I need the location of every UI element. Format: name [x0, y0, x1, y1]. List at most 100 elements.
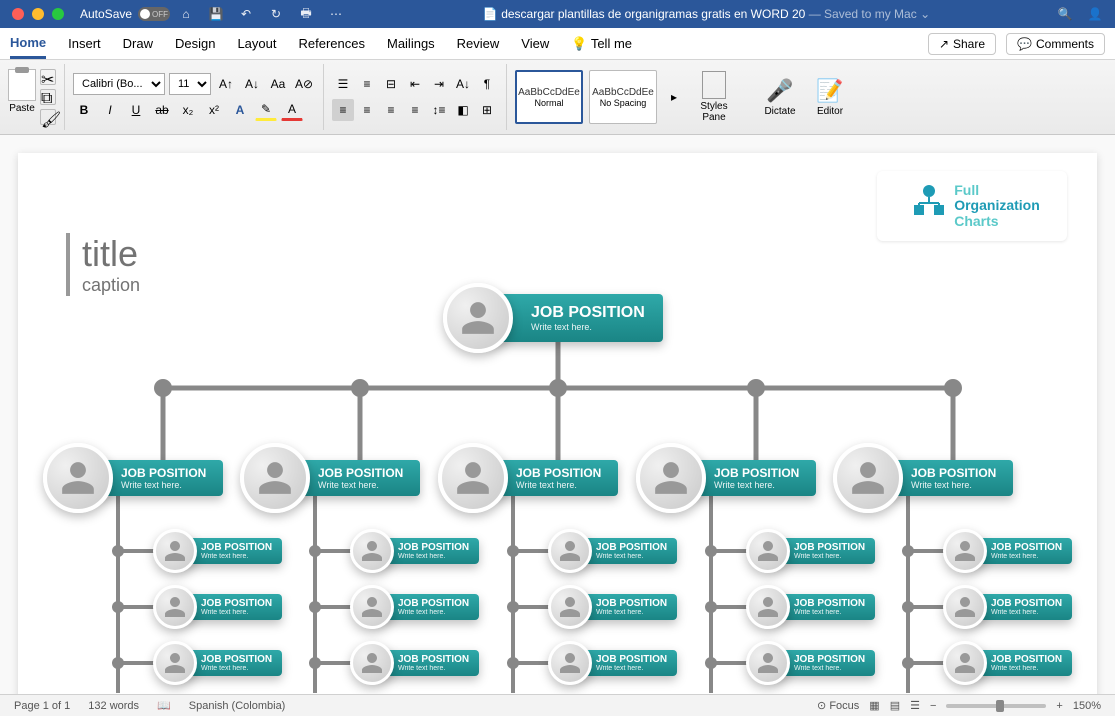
org-node-l3-1-2[interactable]: JOB POSITIONWrite text here.: [350, 641, 479, 685]
show-marks-icon[interactable]: ¶: [476, 73, 498, 95]
increase-font-icon[interactable]: A↑: [215, 73, 237, 95]
org-node-l3-0-0[interactable]: JOB POSITIONWrite text here.: [153, 529, 282, 573]
shading-icon[interactable]: ◧: [452, 99, 474, 121]
subscript-button[interactable]: x₂: [177, 99, 199, 121]
copy-icon[interactable]: ⧉: [40, 89, 56, 105]
sort-icon[interactable]: A↓: [452, 73, 474, 95]
clear-format-icon[interactable]: A⊘: [293, 73, 315, 95]
tab-design[interactable]: Design: [175, 30, 215, 57]
superscript-button[interactable]: x²: [203, 99, 225, 121]
multilevel-icon[interactable]: ⊟: [380, 73, 402, 95]
align-center-icon[interactable]: ≡: [356, 99, 378, 121]
account-icon[interactable]: 👤: [1087, 6, 1103, 22]
dictate-button[interactable]: 🎤 Dictate: [759, 78, 801, 117]
org-node-l2-2[interactable]: JOB POSITIONWrite text here.: [438, 443, 618, 513]
org-node-l3-1-1[interactable]: JOB POSITIONWrite text here.: [350, 585, 479, 629]
font-size-select[interactable]: 11: [169, 73, 211, 95]
document-page[interactable]: FullOrganizationCharts title caption: [18, 153, 1097, 694]
org-node-l3-3-2[interactable]: JOB POSITIONWrite text here.: [746, 641, 875, 685]
org-node-l3-1-0[interactable]: JOB POSITIONWrite text here.: [350, 529, 479, 573]
spellcheck-icon[interactable]: 📖: [157, 699, 171, 712]
org-node-top[interactable]: JOB POSITIONWrite text here.: [443, 283, 663, 353]
tab-tellme[interactable]: 💡 Tell me: [571, 30, 632, 58]
zoom-in-button[interactable]: +: [1056, 700, 1062, 712]
borders-icon[interactable]: ⊞: [476, 99, 498, 121]
zoom-level[interactable]: 150%: [1073, 700, 1101, 712]
share-button[interactable]: ↗ Share: [928, 33, 996, 55]
cut-icon[interactable]: ✂: [40, 69, 56, 85]
save-icon[interactable]: 💾: [208, 6, 224, 22]
highlight-icon[interactable]: ✎: [255, 99, 277, 121]
bullets-icon[interactable]: ☰: [332, 73, 354, 95]
style-no-spacing[interactable]: AaBbCcDdEe No Spacing: [589, 70, 657, 124]
view-outline-icon[interactable]: ☰: [910, 699, 920, 712]
maximize-window-icon[interactable]: [52, 8, 64, 20]
paste-button[interactable]: Paste: [8, 69, 36, 125]
tab-view[interactable]: View: [521, 30, 549, 57]
org-node-l2-1[interactable]: JOB POSITIONWrite text here.: [240, 443, 420, 513]
font-family-select[interactable]: Calibri (Bo...: [73, 73, 165, 95]
tab-mailings[interactable]: Mailings: [387, 30, 435, 57]
org-node-l2-3[interactable]: JOB POSITIONWrite text here.: [636, 443, 816, 513]
comments-button[interactable]: 💬 Comments: [1006, 33, 1105, 55]
more-icon[interactable]: ⋯: [328, 6, 344, 22]
numbering-icon[interactable]: ≡: [356, 73, 378, 95]
org-node-l2-0[interactable]: JOB POSITIONWrite text here.: [43, 443, 223, 513]
status-language[interactable]: Spanish (Colombia): [189, 700, 286, 712]
home-icon[interactable]: ⌂: [178, 6, 194, 22]
print-icon[interactable]: 🖶: [298, 6, 314, 22]
decrease-indent-icon[interactable]: ⇤: [404, 73, 426, 95]
org-node-l3-2-1[interactable]: JOB POSITIONWrite text here.: [548, 585, 677, 629]
decrease-font-icon[interactable]: A↓: [241, 73, 263, 95]
search-icon[interactable]: 🔍: [1057, 6, 1073, 22]
tab-draw[interactable]: Draw: [123, 30, 153, 57]
org-node-l3-0-2[interactable]: JOB POSITIONWrite text here.: [153, 641, 282, 685]
tab-references[interactable]: References: [299, 30, 365, 57]
status-page[interactable]: Page 1 of 1: [14, 700, 70, 712]
status-words[interactable]: 132 words: [88, 700, 139, 712]
change-case-icon[interactable]: Aa: [267, 73, 289, 95]
tab-layout[interactable]: Layout: [237, 30, 276, 57]
editor-button[interactable]: 📝 Editor: [809, 78, 851, 117]
autosave-switch[interactable]: OFF: [138, 7, 170, 21]
tab-home[interactable]: Home: [10, 29, 46, 59]
tab-insert[interactable]: Insert: [68, 30, 101, 57]
org-node-l3-0-1[interactable]: JOB POSITIONWrite text here.: [153, 585, 282, 629]
align-right-icon[interactable]: ≡: [380, 99, 402, 121]
style-normal[interactable]: AaBbCcDdEe Normal: [515, 70, 583, 124]
format-painter-icon[interactable]: 🖌: [40, 109, 56, 125]
underline-button[interactable]: U: [125, 99, 147, 121]
document-canvas[interactable]: FullOrganizationCharts title caption: [0, 135, 1115, 694]
org-node-l2-4[interactable]: JOB POSITIONWrite text here.: [833, 443, 1013, 513]
chevron-down-icon[interactable]: ⌄: [920, 7, 930, 21]
styles-more-icon[interactable]: ▸: [663, 86, 685, 108]
align-left-icon[interactable]: ≡: [332, 99, 354, 121]
org-node-l3-3-0[interactable]: JOB POSITIONWrite text here.: [746, 529, 875, 573]
bold-button[interactable]: B: [73, 99, 95, 121]
increase-indent-icon[interactable]: ⇥: [428, 73, 450, 95]
document-title-placeholder[interactable]: title: [82, 233, 140, 275]
autosave-toggle[interactable]: AutoSave OFF: [80, 7, 170, 21]
strikethrough-button[interactable]: ab: [151, 99, 173, 121]
line-spacing-icon[interactable]: ↕≡: [428, 99, 450, 121]
justify-icon[interactable]: ≡: [404, 99, 426, 121]
org-node-l3-4-0[interactable]: JOB POSITIONWrite text here.: [943, 529, 1072, 573]
zoom-slider[interactable]: [946, 704, 1046, 708]
focus-mode-button[interactable]: ⊙ Focus: [817, 699, 859, 712]
redo-icon[interactable]: ↻: [268, 6, 284, 22]
org-node-l3-4-1[interactable]: JOB POSITIONWrite text here.: [943, 585, 1072, 629]
org-node-l3-4-2[interactable]: JOB POSITIONWrite text here.: [943, 641, 1072, 685]
org-node-l3-2-2[interactable]: JOB POSITIONWrite text here.: [548, 641, 677, 685]
text-effects-icon[interactable]: A: [229, 99, 251, 121]
font-color-icon[interactable]: A: [281, 99, 303, 121]
close-window-icon[interactable]: [12, 8, 24, 20]
styles-pane-button[interactable]: Styles Pane: [693, 71, 735, 123]
tab-review[interactable]: Review: [457, 30, 500, 57]
zoom-out-button[interactable]: −: [930, 700, 936, 712]
org-node-l3-3-1[interactable]: JOB POSITIONWrite text here.: [746, 585, 875, 629]
minimize-window-icon[interactable]: [32, 8, 44, 20]
org-node-l3-2-0[interactable]: JOB POSITIONWrite text here.: [548, 529, 677, 573]
undo-icon[interactable]: ↶: [238, 6, 254, 22]
italic-button[interactable]: I: [99, 99, 121, 121]
view-print-icon[interactable]: ▦: [869, 699, 879, 712]
